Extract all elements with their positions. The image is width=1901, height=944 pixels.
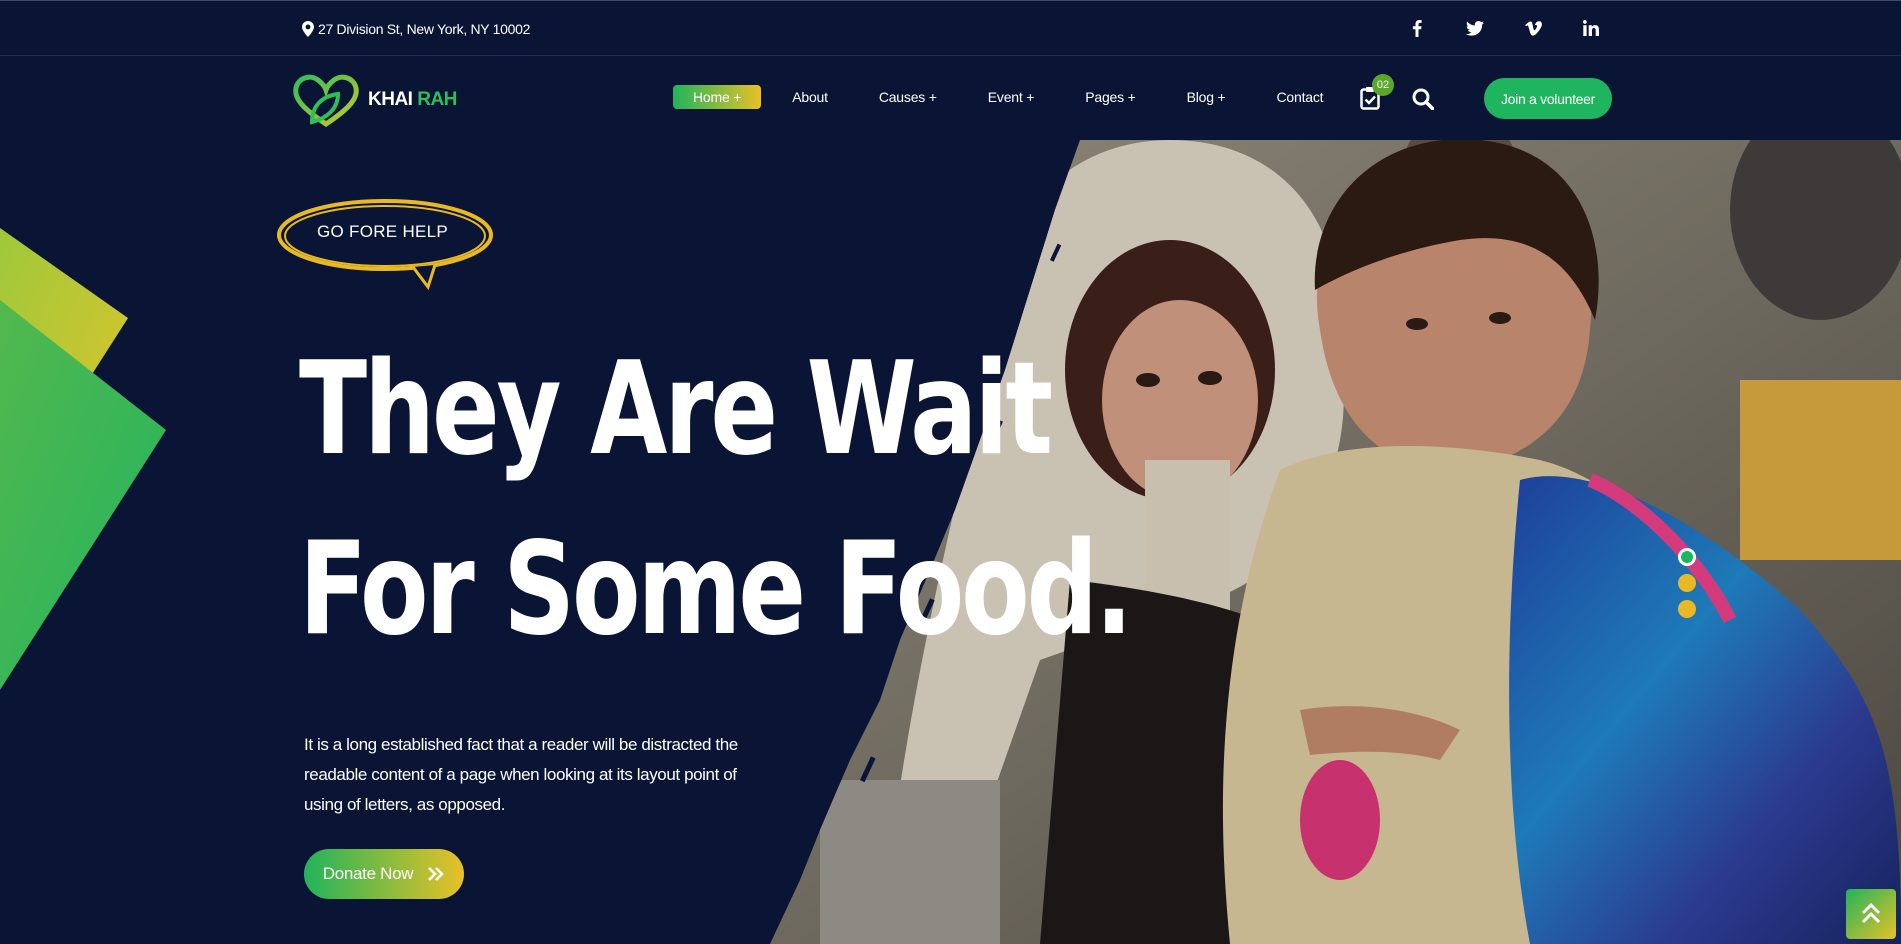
hero-badge: GO FORE HELP xyxy=(316,222,449,241)
slider-dot-3[interactable] xyxy=(1678,600,1696,618)
nav-item-about[interactable]: About xyxy=(792,85,828,109)
heart-leaf-logo-icon xyxy=(293,74,359,128)
social-links xyxy=(1407,15,1601,41)
logo-text: KHAI RAH xyxy=(368,89,457,111)
nav-item-contact[interactable]: Contact xyxy=(1276,85,1323,109)
hero-description: It is a long established fact that a rea… xyxy=(304,735,738,814)
cart-button[interactable]: 02 xyxy=(1360,74,1394,110)
logo-text-green: RAH xyxy=(417,89,457,110)
nav-item-blog[interactable]: Blog + xyxy=(1187,85,1226,109)
donate-now-button[interactable]: Donate Now xyxy=(304,849,464,899)
double-chevron-up-icon xyxy=(1861,903,1881,924)
top-bar: 27 Division St, New York, NY 10002 xyxy=(0,0,1901,56)
slider-dot-2[interactable] xyxy=(1678,574,1696,592)
double-chevron-right-icon xyxy=(428,867,445,881)
address-text: 27 Division St, New York, NY 10002 xyxy=(318,21,531,37)
nav-item-event[interactable]: Event + xyxy=(988,85,1035,109)
scroll-to-top-button[interactable] xyxy=(1846,889,1896,939)
hero-headline-line1: They Are Wait xyxy=(299,335,1053,484)
nav-item-home[interactable]: Home + xyxy=(673,85,762,109)
main-navbar: KHAI RAH Home + About Causes + Event + P… xyxy=(0,56,1901,140)
linkedin-icon[interactable] xyxy=(1581,15,1601,41)
vimeo-icon[interactable] xyxy=(1523,15,1543,41)
decorative-green-shape xyxy=(0,300,166,690)
nav-menu: Home + About Causes + Event + Pages + Bl… xyxy=(673,85,1374,109)
map-pin-icon xyxy=(302,21,314,37)
nav-item-causes[interactable]: Causes + xyxy=(879,85,937,109)
join-volunteer-button[interactable]: Join a volunteer xyxy=(1484,78,1612,119)
hero-headline: They Are Wait For Some Food. xyxy=(299,320,1133,680)
search-icon[interactable] xyxy=(1412,88,1435,115)
facebook-icon[interactable] xyxy=(1407,15,1427,41)
cart-count-badge: 02 xyxy=(1372,74,1394,96)
hero-headline-line2: For Some Food. xyxy=(299,515,1133,664)
logo[interactable]: KHAI RAH xyxy=(292,72,457,128)
twitter-icon[interactable] xyxy=(1465,15,1485,41)
slider-dots xyxy=(1678,548,1696,618)
slider-dot-1[interactable] xyxy=(1678,548,1696,566)
nav-item-pages[interactable]: Pages + xyxy=(1085,85,1136,109)
speech-bubble-icon xyxy=(277,199,493,291)
donate-label: Donate Now xyxy=(322,864,414,883)
logo-text-white: KHAI xyxy=(368,89,418,110)
address: 27 Division St, New York, NY 10002 xyxy=(302,18,530,40)
